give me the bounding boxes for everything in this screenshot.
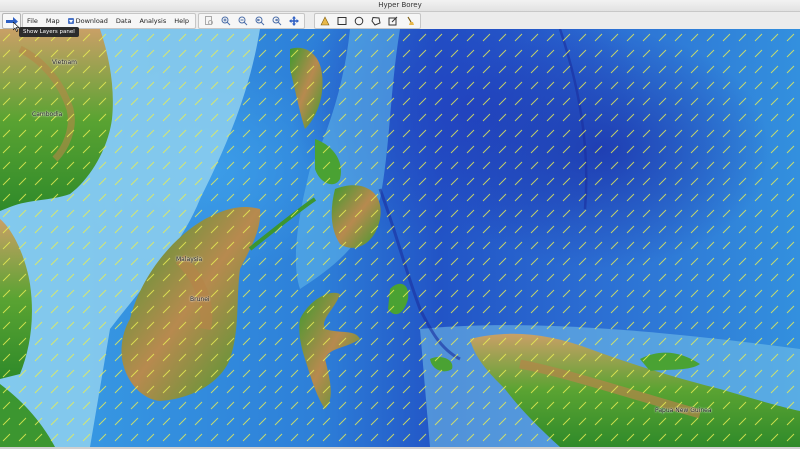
zoom-next-button[interactable] (270, 15, 284, 27)
place-label-brunei: Brunei (190, 296, 210, 303)
place-label-cambodia: Cambodia (32, 111, 63, 118)
map-canvas (0, 29, 800, 447)
pan-button[interactable] (287, 15, 301, 27)
edit-button[interactable] (386, 15, 400, 27)
zoom-in-button[interactable] (219, 15, 233, 27)
place-label-papua-new-guinea: Papua New Guinea (655, 407, 712, 414)
zoom-previous-button[interactable] (253, 15, 267, 27)
zoom-out-icon (238, 16, 248, 26)
drawing-tools (314, 13, 421, 29)
menu-file[interactable]: File (23, 17, 42, 25)
measure-button[interactable] (318, 15, 332, 27)
mouse-cursor-icon (13, 22, 20, 32)
clear-drawings-button[interactable] (403, 15, 417, 27)
draw-polygon-button[interactable] (369, 15, 383, 27)
menu-map[interactable]: Map (42, 17, 64, 25)
zoom-tools (198, 13, 305, 29)
download-icon (67, 18, 74, 24)
document-search-icon (204, 16, 213, 25)
edit-icon (388, 16, 398, 26)
circle-icon (354, 16, 364, 26)
toolbar: File Map Download Data Analysis Help (0, 12, 800, 30)
brush-icon (407, 16, 414, 25)
window-title: Hyper Borey (0, 0, 800, 12)
menu-download-label: Download (75, 17, 108, 25)
rectangle-icon (337, 17, 347, 25)
draw-rectangle-button[interactable] (335, 15, 349, 27)
draw-circle-button[interactable] (352, 15, 366, 27)
place-label-vietnam: Vietnam (52, 59, 78, 66)
place-label-malaysia: Malaysia (176, 256, 203, 263)
menu-help[interactable]: Help (170, 17, 193, 25)
menu-data[interactable]: Data (112, 17, 136, 25)
zoom-previous-icon (255, 16, 265, 26)
ruler-icon (320, 16, 330, 26)
zoom-in-icon (221, 16, 231, 26)
layers-tooltip: Show Layers panel (19, 27, 79, 37)
menu-download[interactable]: Download (64, 17, 112, 25)
menu-analysis[interactable]: Analysis (135, 17, 170, 25)
map-view[interactable]: Vietnam Cambodia Malaysia Brunei Papua N… (0, 29, 800, 447)
wind-vector-layer (0, 29, 800, 447)
zoom-out-button[interactable] (236, 15, 250, 27)
zoom-to-layer-button[interactable] (202, 15, 216, 27)
move-icon (289, 16, 299, 26)
polygon-icon (371, 16, 381, 26)
zoom-next-icon (272, 16, 282, 26)
